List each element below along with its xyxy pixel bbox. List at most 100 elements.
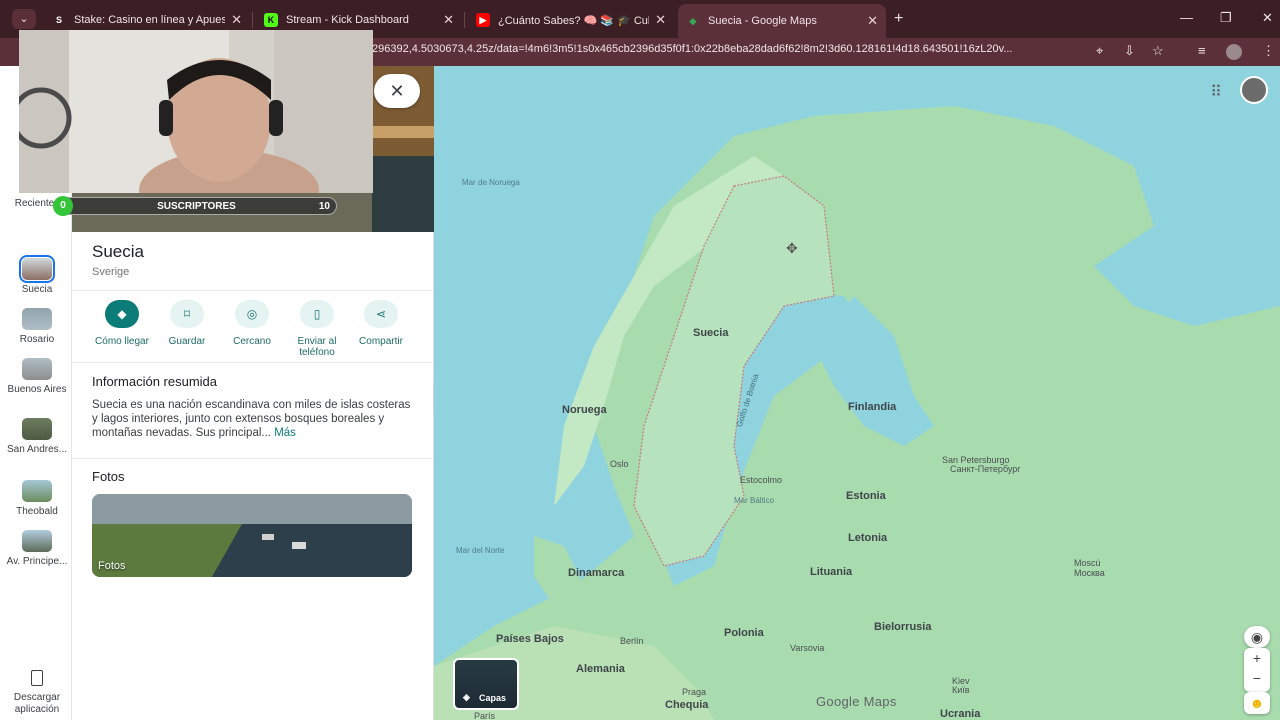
google-maps-favicon-icon: ◆ [686, 14, 700, 28]
map-canvas[interactable]: Mar de Noruega Suecia Noruega Finlandia … [434, 66, 1280, 720]
map-label-paises-bajos: Países Bajos [496, 633, 564, 645]
summary-heading: Información resumida [92, 374, 217, 389]
directions-icon: ◆ [105, 300, 139, 328]
rail-item-theobald[interactable]: Theobald [4, 480, 70, 518]
map-label-berlin: Berlín [620, 636, 644, 646]
action-label: Cómo llegar [95, 336, 149, 347]
download-app-button[interactable]: Descargar aplicación [4, 670, 70, 716]
action-label: Guardar [168, 336, 206, 347]
rail-item-san-andres[interactable]: San Andres... [4, 418, 70, 456]
tab-search-dropdown[interactable]: ⌄ [12, 9, 36, 29]
close-tab-icon[interactable]: ✕ [231, 12, 242, 28]
subscribers-label: SUSCRIPTORES [157, 201, 236, 212]
rail-thumbnail [22, 308, 52, 330]
close-tab-icon[interactable]: ✕ [867, 13, 878, 29]
divider [72, 458, 434, 459]
apps-grid-icon[interactable]: ⠿ [1210, 82, 1222, 102]
browser-tab[interactable]: ▶ ¿Cuánto Sabes? 🧠 📚 🎓 Cultura ✕ [468, 6, 674, 34]
webcam-feed-art [19, 30, 373, 193]
map-label-finlandia: Finlandia [848, 401, 897, 413]
google-maps-logo: Google Maps [816, 694, 897, 709]
action-label: Cercano [233, 336, 271, 347]
map-label-paris: París [474, 711, 496, 720]
rail-item-label: Buenos Aires [7, 384, 67, 395]
map-label-suecia: Suecia [693, 327, 729, 339]
subscribers-count: 10 [318, 201, 330, 212]
send-to-phone-button[interactable]: ▯ Enviar al teléfono [285, 300, 349, 358]
bookmark-star-icon[interactable]: ☆ [1152, 43, 1164, 59]
media-controls-icon[interactable]: ≡ [1198, 43, 1206, 58]
rail-item-buenos-aires[interactable]: Buenos Aires [4, 358, 70, 396]
layers-label: Capas [479, 693, 507, 703]
map-label-oslo: Oslo [610, 459, 629, 469]
map-label-polonia: Polonia [724, 627, 764, 639]
tab-title: ¿Cuánto Sabes? 🧠 📚 🎓 Cultura [498, 14, 650, 27]
zoom-controls: + − [1244, 648, 1270, 692]
close-tab-icon[interactable]: ✕ [443, 12, 454, 28]
divider [72, 362, 434, 363]
rail-item-suecia[interactable]: Suecia [4, 255, 70, 296]
nearby-button[interactable]: ◎ Cercano [220, 300, 284, 347]
tab-divider [252, 12, 253, 28]
close-tab-icon[interactable]: ✕ [655, 12, 666, 28]
map-label-ucrania: Ucrania [940, 708, 981, 720]
action-label: Compartir [359, 336, 403, 347]
map-label-moscu: Moscú [1074, 558, 1101, 568]
summary-more-link[interactable]: Más [274, 427, 296, 439]
close-place-button[interactable]: ✕ [374, 74, 420, 108]
minimize-button[interactable]: — [1180, 10, 1193, 25]
maximize-button[interactable]: ❐ [1220, 10, 1232, 26]
photos-label: Fotos [98, 560, 126, 572]
map-land-art [434, 106, 1280, 720]
stake-favicon-icon: S [52, 13, 66, 27]
street-view-pegman-icon[interactable]: ☻ [1244, 692, 1270, 714]
map-label-kiev-ua: Київ [952, 685, 970, 695]
map-label-sea: Mar del Norte [456, 546, 505, 555]
location-pin-icon[interactable]: ⌖ [1096, 43, 1103, 59]
rail-item-av-principe[interactable]: Av. Principe... [4, 530, 70, 568]
new-tab-button[interactable]: + [894, 10, 903, 28]
kick-favicon-icon: K [264, 13, 278, 27]
summary-body: Suecia es una nación escandinava con mil… [92, 399, 411, 439]
map-label-varsovia: Varsovia [790, 643, 825, 653]
rail-item-rosario[interactable]: Rosario [4, 308, 70, 346]
action-label: Enviar al teléfono [297, 336, 337, 358]
place-subtitle: Sverige [92, 266, 130, 278]
my-location-button[interactable]: ◉ [1244, 626, 1270, 648]
bookmark-icon: ⌑ [170, 300, 204, 328]
move-cursor-icon: ✥ [786, 240, 798, 256]
zoom-out-button[interactable]: − [1244, 668, 1270, 688]
zoom-in-button[interactable]: + [1244, 648, 1270, 668]
tab-divider [464, 12, 465, 28]
map-label-noruega: Noruega [562, 404, 607, 416]
more-menu-icon[interactable]: ⋮ [1262, 43, 1275, 59]
layers-icon: ◈ [463, 692, 470, 702]
screen: ⌄ S Stake: Casino en línea y Apuestas ✕ … [0, 0, 1280, 720]
divider [72, 290, 434, 291]
map-label-chequia: Chequia [665, 699, 709, 711]
account-avatar[interactable] [1240, 76, 1268, 104]
rail-thumbnail [22, 418, 52, 440]
profile-avatar[interactable] [1226, 44, 1242, 60]
save-button[interactable]: ⌑ Guardar [155, 300, 219, 347]
download-app-label: Descargar aplicación [13, 692, 61, 715]
install-app-icon[interactable]: ⇩ [1124, 43, 1135, 59]
share-button[interactable]: ⋖ Compartir [349, 300, 413, 347]
rail-item-label: Av. Principe... [6, 556, 68, 567]
map-label-praga: Praga [682, 687, 707, 697]
place-title: Suecia [92, 242, 144, 261]
map-label-alemania: Alemania [576, 663, 625, 675]
close-window-button[interactable]: ✕ [1262, 10, 1273, 26]
rail-thumbnail [22, 358, 52, 380]
address-bar[interactable]: 296392,4.5030673,4.25z/data=!4m6!3m5!1s0… [372, 43, 1012, 55]
canal-photo-art [92, 494, 412, 577]
photos-heading: Fotos [92, 469, 125, 484]
map-label-estonia: Estonia [846, 490, 886, 502]
map-label-moscu-ru: Москва [1074, 568, 1105, 578]
rail-thumbnail [22, 480, 52, 502]
directions-button[interactable]: ◆ Cómo llegar [90, 300, 154, 347]
layers-button[interactable]: ◈ Capas [453, 658, 519, 710]
photos-thumbnail[interactable]: Fotos [92, 494, 412, 577]
rail-item-label: Theobald [16, 506, 58, 517]
browser-tab-active[interactable]: ◆ Suecia - Google Maps ✕ [678, 4, 886, 38]
